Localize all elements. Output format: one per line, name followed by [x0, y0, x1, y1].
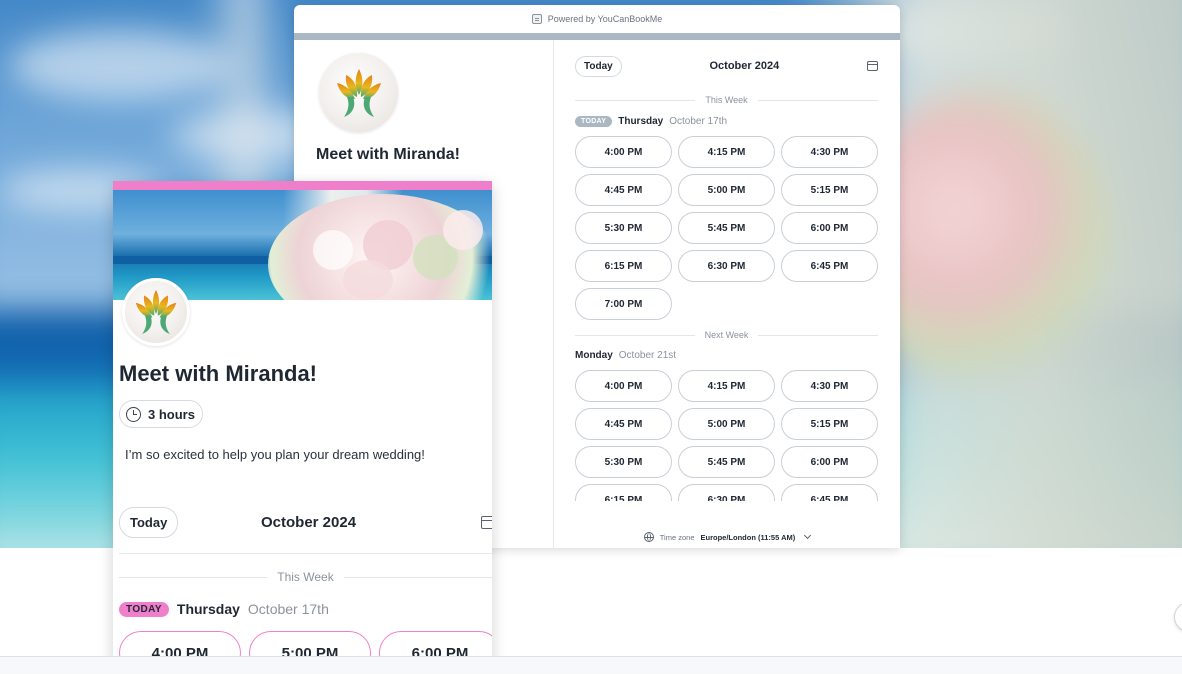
meeting-title: Meet with Miranda! [119, 361, 318, 386]
day-heading: Monday October 21st [575, 350, 677, 361]
youcanbookme-logo-icon [531, 14, 542, 24]
day-heading: TODAY Thursday October 17th [575, 116, 878, 127]
meeting-title: Meet with Miranda! [316, 146, 461, 163]
chevron-down-icon [804, 531, 812, 540]
week-separator: Next Week [575, 330, 878, 340]
time-slot-button[interactable]: 5:00 PM [678, 174, 775, 206]
time-slot-grid: 4:00 PM 4:15 PM 4:30 PM 4:45 PM 5:00 PM 5:15 … [575, 370, 878, 501]
meeting-description: I’m so excited to help you plan your dre… [125, 447, 425, 462]
globe-icon [643, 532, 654, 542]
profile-logo [122, 278, 190, 346]
time-slot-button[interactable]: 4:30 PM [781, 136, 878, 168]
timezone-selector[interactable]: Time zone Europe/London (11:55 AM) [554, 531, 900, 542]
page-footer-area [0, 657, 1182, 674]
duration-text: 3 hours [148, 406, 195, 422]
time-slot-button[interactable]: 4:15 PM [678, 370, 775, 402]
time-slot-button[interactable]: 5:15 PM [781, 174, 878, 206]
time-slot-button[interactable]: 4:45 PM [575, 408, 672, 440]
time-slot-button[interactable]: 5:30 PM [575, 212, 672, 244]
week-separator: This Week [575, 95, 878, 105]
mobile-booking-page: Meet with Miranda! 3 hours I’m so excite… [113, 181, 492, 674]
time-slot-grid: 4:00 PM 4:15 PM 4:30 PM 4:45 PM 5:00 PM 5:15 … [575, 136, 878, 320]
powered-by-bar[interactable]: Powered by YouCanBookMe [294, 5, 900, 33]
today-button[interactable]: Today [575, 55, 622, 77]
clock-icon [126, 406, 141, 422]
time-slot-button[interactable]: 5:45 PM [678, 212, 775, 244]
week-separator: This Week [119, 570, 492, 584]
lotus-logo [336, 68, 381, 117]
today-badge: TODAY [575, 116, 613, 127]
calendar-header: Today October 2024 [575, 55, 878, 77]
calendar-header: Today October 2024 [119, 506, 492, 538]
timezone-value: Europe/London (11:55 AM) [700, 532, 796, 542]
time-slot-button[interactable]: 6:15 PM [575, 484, 672, 501]
month-label: October 2024 [709, 60, 780, 72]
time-slot-button[interactable]: 6:00 PM [781, 446, 878, 478]
time-slot-button[interactable]: 4:00 PM [575, 370, 672, 402]
accent-strip [113, 181, 492, 190]
timezone-label: Time zone [659, 532, 695, 542]
time-slot-button[interactable]: 5:00 PM [678, 408, 775, 440]
lotus-logo [135, 289, 177, 335]
profile-logo [319, 53, 398, 132]
time-slot-button[interactable]: 4:30 PM [781, 370, 878, 402]
time-slot-scroll-area[interactable]: 4:00 PM 4:15 PM 4:30 PM 4:45 PM 5:00 PM 5:15 … [575, 361, 878, 501]
day-heading: TODAY Thursday October 17th [119, 601, 329, 617]
time-slot-button[interactable]: 6:15 PM [575, 250, 672, 282]
scroll-button[interactable] [1174, 602, 1182, 632]
accent-strip [294, 33, 900, 40]
powered-by-text: Powered by YouCanBookMe [547, 14, 663, 24]
time-slot-button[interactable]: 6:30 PM [678, 484, 775, 501]
time-slot-button[interactable]: 4:45 PM [575, 174, 672, 206]
month-label: October 2024 [261, 513, 357, 531]
time-slot-button[interactable]: 5:15 PM [781, 408, 878, 440]
today-badge: TODAY [119, 601, 169, 617]
duration-badge: 3 hours [119, 400, 203, 428]
time-slot-button[interactable]: 6:30 PM [678, 250, 775, 282]
time-slot-button[interactable]: 6:45 PM [781, 250, 878, 282]
time-slot-button[interactable]: 6:45 PM [781, 484, 878, 501]
calendar-icon[interactable] [481, 515, 492, 529]
time-slot-button[interactable]: 4:15 PM [678, 136, 775, 168]
time-slot-button[interactable]: 5:45 PM [678, 446, 775, 478]
time-slot-button[interactable]: 6:00 PM [781, 212, 878, 244]
time-slot-button[interactable]: 5:30 PM [575, 446, 672, 478]
time-slot-button[interactable]: 7:00 PM [575, 288, 672, 320]
calendar-icon[interactable] [866, 61, 878, 71]
time-slot-button[interactable]: 4:00 PM [575, 136, 672, 168]
availability-panel: Today October 2024 This Week TODAY Thurs… [554, 40, 900, 548]
today-button[interactable]: Today [119, 506, 179, 538]
divider [119, 553, 492, 554]
